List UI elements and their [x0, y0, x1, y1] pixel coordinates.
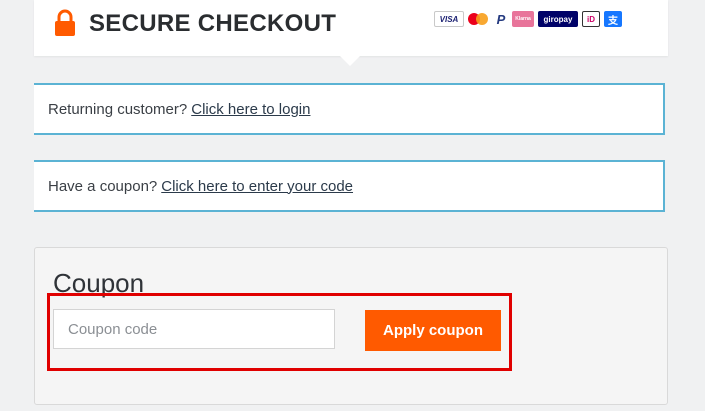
coupon-heading: Coupon [53, 268, 145, 298]
coupon-notice: Have a coupon? Click here to enter your … [34, 160, 665, 212]
checkout-header: SECURE CHECKOUT VISA P Klarna giropay iD… [34, 0, 668, 56]
payment-methods: VISA P Klarna giropay iD 支 [434, 9, 622, 29]
coupon-panel: Coupon Apply coupon [34, 247, 668, 405]
alipay-icon: 支 [604, 11, 622, 27]
klarna-icon: Klarna [512, 11, 534, 27]
page-title: SECURE CHECKOUT [89, 10, 337, 37]
enter-coupon-link[interactable]: Click here to enter your code [161, 178, 353, 195]
header-notch [340, 56, 360, 66]
coupon-prompt: Have a coupon? [48, 177, 158, 195]
coupon-code-input[interactable] [53, 309, 335, 349]
lock-icon [55, 9, 75, 36]
login-prompt: Returning customer? [48, 100, 188, 118]
login-link[interactable]: Click here to login [191, 101, 310, 118]
paypal-icon: P [496, 11, 506, 27]
visa-icon: VISA [434, 11, 464, 27]
apply-coupon-button[interactable]: Apply coupon [365, 310, 501, 351]
login-notice: Returning customer? Click here to login [34, 83, 665, 135]
ideal-icon: iD [582, 11, 600, 27]
mastercard-icon [468, 11, 490, 27]
giropay-icon: giropay [538, 11, 578, 27]
